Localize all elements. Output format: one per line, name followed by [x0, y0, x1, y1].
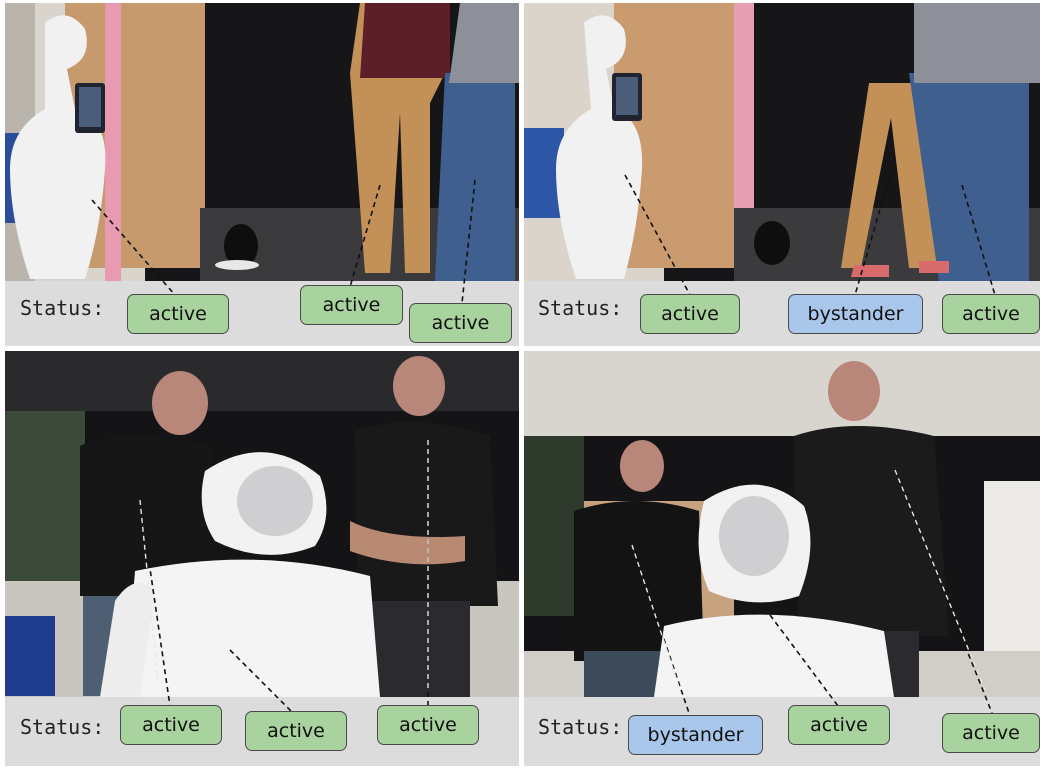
photo-robot-standing-with-two-people — [5, 3, 519, 281]
status-tag-active: active — [300, 285, 403, 325]
status-tag-active: active — [377, 705, 479, 745]
status-label: Status: — [20, 296, 105, 320]
status-tag-active: active — [120, 705, 222, 745]
photo-robot-facing-two-people — [524, 351, 1040, 697]
status-tag-active: active — [127, 294, 229, 334]
panel-top-left — [5, 3, 519, 346]
photo-robot-facing-two-people — [5, 351, 519, 697]
status-tag-active: active — [942, 713, 1040, 753]
panel-bottom-left — [5, 351, 519, 766]
status-tag-bystander: bystander — [628, 715, 763, 755]
status-label: Status: — [20, 715, 105, 739]
status-tag-active: active — [245, 711, 347, 751]
status-tag-bystander: bystander — [788, 294, 923, 334]
panel-bottom-right — [524, 351, 1040, 766]
status-label: Status: — [538, 715, 623, 739]
status-tag-active: active — [640, 294, 740, 334]
status-tag-active: active — [788, 705, 890, 745]
photo-robot-standing-with-two-people — [524, 3, 1040, 281]
status-tag-active: active — [409, 303, 512, 343]
status-tag-active: active — [942, 294, 1040, 334]
status-label: Status: — [538, 296, 623, 320]
